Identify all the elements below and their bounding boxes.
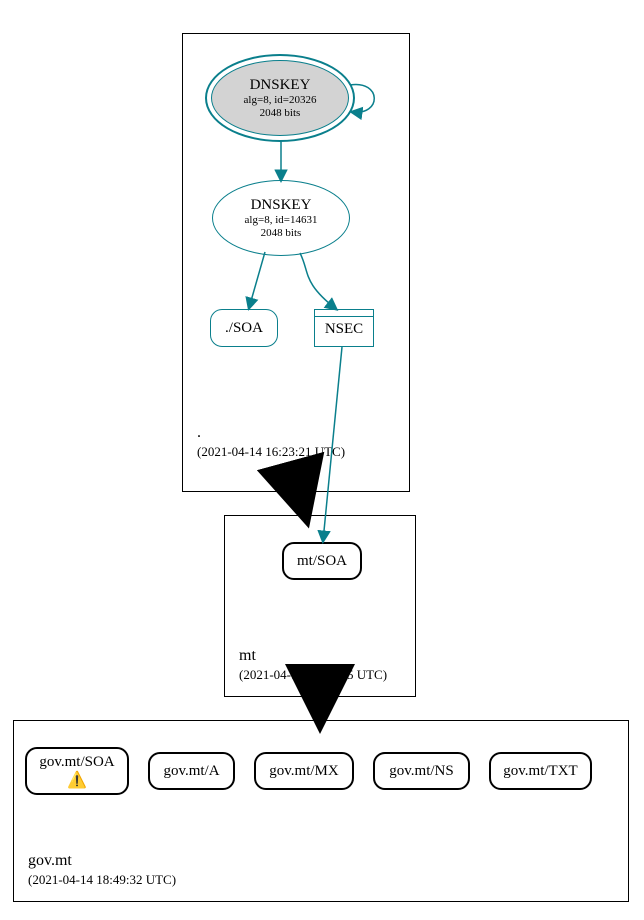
zone-mt-label: mt (2021-04-14 18:49:25 UTC) — [239, 646, 387, 684]
govmt-ns-node: gov.mt/NS — [373, 752, 470, 790]
root-soa-label: ./SOA — [225, 320, 263, 337]
govmt-soa-node: gov.mt/SOA ⚠️ — [25, 747, 129, 795]
dnskey-ksk-node: DNSKEY alg=8, id=20326 2048 bits — [211, 60, 349, 136]
zone-govmt-label: gov.mt (2021-04-14 18:49:32 UTC) — [28, 851, 176, 889]
govmt-txt-label: gov.mt/TXT — [503, 763, 577, 780]
govmt-mx-label: gov.mt/MX — [269, 763, 338, 780]
dnskey-zsk-node: DNSKEY alg=8, id=14631 2048 bits — [212, 180, 350, 256]
zsk-bits: 2048 bits — [261, 227, 302, 239]
ksk-bits: 2048 bits — [260, 107, 301, 119]
govmt-txt-node: gov.mt/TXT — [489, 752, 592, 790]
zone-root-timestamp: (2021-04-14 16:23:21 UTC) — [197, 444, 345, 459]
mt-soa-label: mt/SOA — [297, 553, 347, 570]
warning-icon: ⚠️ — [67, 773, 87, 789]
mt-soa-node: mt/SOA — [282, 542, 362, 580]
govmt-soa-label: gov.mt/SOA — [39, 754, 114, 771]
ksk-alg: alg=8, id=20326 — [244, 94, 317, 106]
nsec-node: NSEC — [314, 309, 374, 347]
zone-mt-timestamp: (2021-04-14 18:49:25 UTC) — [239, 667, 387, 682]
zone-govmt-timestamp: (2021-04-14 18:49:32 UTC) — [28, 872, 176, 887]
zone-mt-name: mt — [239, 647, 256, 664]
zsk-alg: alg=8, id=14631 — [245, 214, 318, 226]
zone-root-label: . (2021-04-14 16:23:21 UTC) — [197, 423, 345, 461]
zsk-title: DNSKEY — [251, 197, 312, 214]
nsec-label: NSEC — [325, 321, 363, 338]
govmt-a-label: gov.mt/A — [163, 763, 219, 780]
ksk-title: DNSKEY — [250, 77, 311, 94]
root-soa-node: ./SOA — [210, 309, 278, 347]
govmt-ns-label: gov.mt/NS — [389, 763, 453, 780]
nsec-header-bar — [315, 316, 373, 317]
govmt-a-node: gov.mt/A — [148, 752, 235, 790]
govmt-mx-node: gov.mt/MX — [254, 752, 354, 790]
zone-govmt-name: gov.mt — [28, 852, 72, 869]
zone-root-name: . — [197, 424, 201, 441]
